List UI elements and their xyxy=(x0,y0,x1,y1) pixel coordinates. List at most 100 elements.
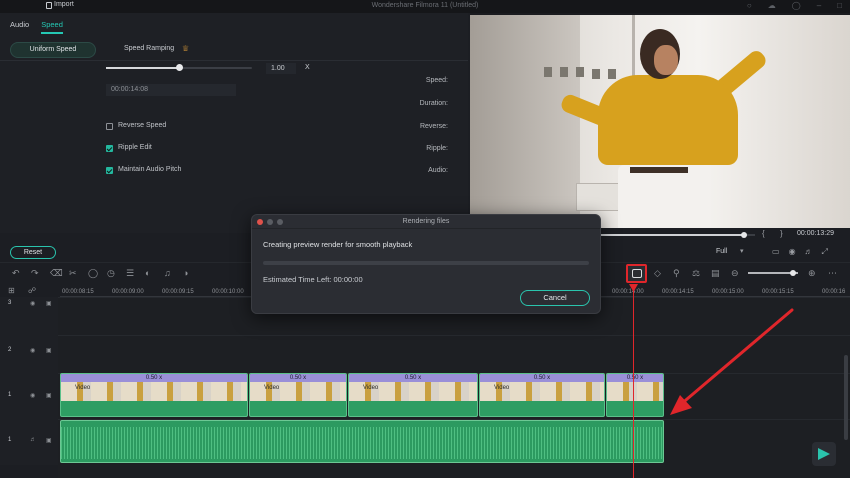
tab-speed[interactable]: Speed xyxy=(41,20,63,34)
speed-slider[interactable] xyxy=(106,64,252,71)
duration-field[interactable]: 00:00:14:08 xyxy=(106,84,236,96)
monitor-icon[interactable]: ▭ xyxy=(772,247,780,257)
video-clip[interactable]: 0.50 x Video xyxy=(348,373,478,417)
volume-icon[interactable]: ♬ xyxy=(805,247,813,257)
ruler-tick: 00:00:15:00 xyxy=(712,289,744,295)
maintain-audio-pitch-checkbox[interactable] xyxy=(106,167,113,174)
reverse-speed-label: Reverse Speed xyxy=(118,122,167,129)
lock-icon[interactable]: ▣ xyxy=(46,392,52,399)
more-icon[interactable]: ⋯ xyxy=(828,268,837,279)
video-frame[interactable] xyxy=(470,15,850,228)
ripple-edit-label: Ripple Edit xyxy=(118,144,152,151)
stabilize-icon[interactable]: ◑ xyxy=(183,268,188,278)
maximize-icon[interactable]: □ xyxy=(837,1,842,10)
lock-icon[interactable]: ▣ xyxy=(46,300,52,307)
account-icon[interactable]: ◯ xyxy=(792,1,801,10)
rendering-dialog: Rendering files Creating preview render … xyxy=(251,214,601,314)
cloud-icon[interactable]: ☁ xyxy=(768,1,776,10)
redo-icon[interactable]: ↷ xyxy=(31,268,39,279)
quality-select[interactable]: Full xyxy=(716,248,727,255)
ripple-edit-checkbox[interactable] xyxy=(106,145,113,152)
person-shirt xyxy=(598,75,738,165)
render-icon xyxy=(632,269,642,278)
zoom-slider-knob[interactable] xyxy=(790,270,796,276)
reset-button[interactable]: Reset xyxy=(10,246,56,259)
speed-icon[interactable]: ◷ xyxy=(107,268,115,279)
marker-icon[interactable]: ◇ xyxy=(654,268,661,279)
wall-frame xyxy=(560,67,568,77)
ruler-tick: 00:00:15:15 xyxy=(762,289,794,295)
lightbulb-icon[interactable]: ○ xyxy=(747,1,752,10)
cut-icon[interactable]: ✂ xyxy=(69,268,77,279)
minimize-icon[interactable]: – xyxy=(817,1,821,10)
mark-out-icon[interactable]: } xyxy=(780,229,783,238)
projector xyxy=(576,183,620,211)
preview-scrubber-fill xyxy=(600,234,745,236)
wall-shadow xyxy=(470,15,580,228)
speed-slider-knob[interactable] xyxy=(176,64,183,71)
mark-in-icon[interactable]: { xyxy=(762,229,765,238)
wall-frame xyxy=(608,69,616,79)
zoom-out-icon[interactable]: ⊖ xyxy=(731,268,739,279)
fullscreen-icon[interactable]: ⤢ xyxy=(822,247,828,257)
color-icon[interactable]: ◐ xyxy=(145,268,150,278)
cancel-button[interactable]: Cancel xyxy=(520,290,590,306)
ruler-tick: 00:00:08:15 xyxy=(62,289,94,295)
adjust-icon[interactable]: ☰ xyxy=(126,268,134,279)
track-head-video-1: 1 ◉ ▣ xyxy=(0,373,58,419)
link-icon[interactable]: ☍ xyxy=(28,286,36,295)
annotation-arrow xyxy=(670,308,794,415)
playhead[interactable] xyxy=(633,284,634,478)
eye-icon[interactable]: ◉ xyxy=(30,392,35,399)
person-face xyxy=(654,45,678,75)
speaker-icon[interactable]: ♬ xyxy=(30,437,36,443)
audio-clip[interactable] xyxy=(60,420,664,463)
video-clip[interactable]: 0.50 x Video xyxy=(249,373,347,417)
video-clip[interactable]: 0.50 x Video xyxy=(60,373,248,417)
lock-icon[interactable]: ▣ xyxy=(46,437,52,444)
speed-value-input[interactable]: 1.00 xyxy=(266,63,296,74)
timeline-scrollbar[interactable] xyxy=(844,355,848,440)
undo-icon[interactable]: ↶ xyxy=(12,268,20,279)
ruler-tick: 00:00:09:00 xyxy=(112,289,144,295)
ruler-tick: 00:00:09:15 xyxy=(162,289,194,295)
crown-icon: ♕ xyxy=(182,44,190,53)
split-audio-icon[interactable]: ♫ xyxy=(164,268,171,278)
subtab-uniform-speed[interactable]: Uniform Speed xyxy=(10,42,96,58)
eye-icon[interactable]: ◉ xyxy=(30,300,35,307)
camera-icon[interactable]: ◉ xyxy=(789,247,796,257)
app-title: Wondershare Filmora 11 (Untitled) xyxy=(371,2,479,9)
preview-scrubber-knob[interactable] xyxy=(741,232,748,238)
mixer-icon[interactable]: ⚖ xyxy=(692,268,700,279)
lock-icon[interactable]: ▣ xyxy=(46,347,52,354)
duration-label: Duration: xyxy=(419,100,448,107)
ruler-tick: 00:00:14:15 xyxy=(662,289,694,295)
wall-frame xyxy=(576,67,584,77)
track-head-video-2: 2 ◉ ▣ xyxy=(0,335,58,373)
speed-subtabs: Uniform Speed Speed Ramping ♕ xyxy=(0,39,468,61)
clip-name: Video xyxy=(494,385,510,391)
add-track-icon[interactable]: ⊞ xyxy=(8,286,15,295)
zoom-in-icon[interactable]: ⊕ xyxy=(808,268,816,279)
track-head-video-3: 3 ◉ ▣ xyxy=(0,297,58,335)
speed-slider-fill xyxy=(106,67,179,69)
dialog-message: Creating preview render for smooth playb… xyxy=(263,240,413,249)
preview-time: 00:00:13:29 xyxy=(797,230,834,237)
eye-icon[interactable]: ◉ xyxy=(30,347,35,354)
clip-speed-label: 0.50 x xyxy=(404,375,422,381)
clip-name: Video xyxy=(75,385,91,391)
tag-icon[interactable]: ◯ xyxy=(88,268,98,279)
microphone-icon[interactable]: ⚲ xyxy=(673,268,680,279)
speed-unit: X xyxy=(305,64,310,71)
subtitle-icon[interactable]: ▤ xyxy=(711,268,720,279)
delete-icon[interactable]: ⌫ xyxy=(50,268,63,279)
video-clip[interactable]: 0.50 x xyxy=(606,373,664,417)
reverse-speed-checkbox[interactable] xyxy=(106,123,113,130)
clip-name: Video xyxy=(264,385,280,391)
preview-scrubber[interactable] xyxy=(600,232,755,238)
render-preview-button[interactable] xyxy=(626,264,647,283)
subtab-speed-ramping[interactable]: Speed Ramping xyxy=(124,45,174,52)
video-clip[interactable]: 0.50 x Video xyxy=(479,373,605,417)
tab-audio[interactable]: Audio xyxy=(10,20,29,34)
chevron-down-icon[interactable]: ▾ xyxy=(740,247,744,255)
